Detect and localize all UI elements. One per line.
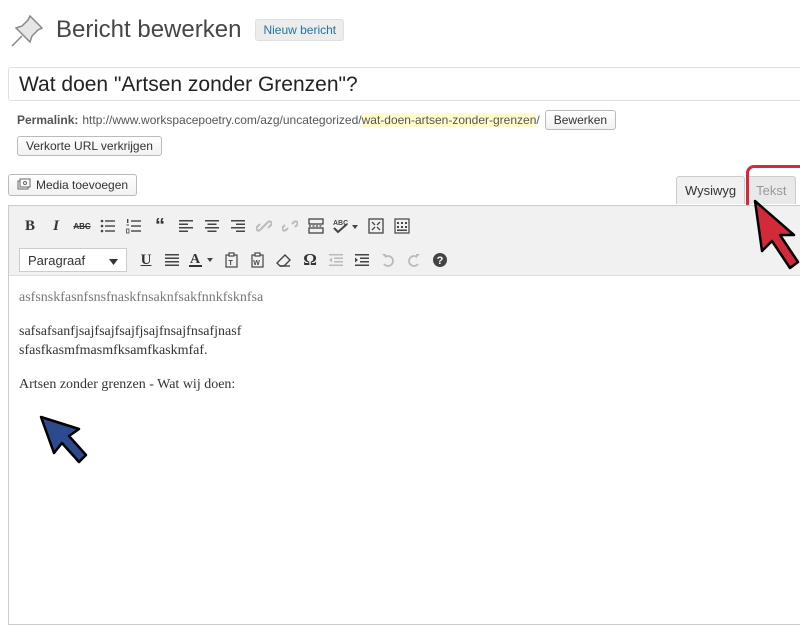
strikethrough-button[interactable]: ABC [71,215,93,237]
align-right-icon[interactable] [227,215,249,237]
new-post-button[interactable]: Nieuw bericht [255,19,345,41]
fullscreen-icon[interactable] [365,215,387,237]
add-media-button[interactable]: Media toevoegen [8,174,138,196]
align-center-icon[interactable] [201,215,223,237]
toolbar-row-2: Paragraaf U A T W Ω ? [19,246,800,274]
numbered-list-icon[interactable] [123,215,145,237]
media-icon [17,178,31,192]
content-paragraph: safsafsanfjsajfsajfsajfjsajfnsajfnsafjna… [19,322,800,360]
editor-toolbar: B I ABC “ ABC Paragraaf U A T W Ω ? [9,206,800,276]
special-character-button[interactable]: Ω [299,249,321,271]
content-line: safsafsanfjsajfsajfsajfjsajfnsajfnsafjna… [19,324,242,339]
permalink-label: Permalink: [17,113,79,127]
clear-formatting-icon[interactable] [273,249,295,271]
align-left-icon[interactable] [175,215,197,237]
unlink-icon[interactable] [279,215,301,237]
paste-text-icon[interactable]: T [221,249,243,271]
format-select[interactable]: Paragraaf [19,248,127,272]
svg-text:A: A [190,252,201,267]
content-paragraph: asfsnskfasnfsnsfnaskfnsaknfsakfnnkfsknfs… [19,290,264,305]
edit-permalink-button[interactable]: Bewerken [544,110,617,130]
dropdown-arrow-icon [109,253,118,268]
spellcheck-icon[interactable]: ABC [331,215,361,237]
editor-area: B I ABC “ ABC Paragraaf U A T W Ω ? asfs… [8,205,800,625]
page-title: Bericht bewerken [56,16,242,43]
page-header: Bericht bewerken Nieuw bericht [8,10,345,50]
read-more-icon[interactable] [305,215,327,237]
add-media-label: Media toevoegen [36,178,129,192]
post-title-input[interactable]: Wat doen "Artsen zonder Grenzen"? [8,67,800,101]
editor-tabs: Wysiwyg Tekst [676,176,796,204]
permalink-base: http://www.workspacepoetry.com/azg/uncat… [82,113,362,127]
kitchen-sink-icon[interactable] [391,215,413,237]
redo-icon[interactable] [403,249,425,271]
blockquote-icon[interactable]: “ [149,215,171,237]
indent-icon[interactable] [351,249,373,271]
tab-text[interactable]: Tekst [747,176,796,204]
underline-button[interactable]: U [135,249,157,271]
editor-content[interactable]: asfsnskfasnfsnsfnaskfnsaknfsakfnnkfsknfs… [9,276,800,421]
content-line: sfasfkasmfmasmfksamfkaskmfaf. [19,343,208,358]
permalink-trailing: / [536,113,540,127]
svg-text:W: W [253,260,260,267]
bold-button[interactable]: B [19,215,41,237]
help-icon[interactable]: ? [429,249,451,271]
content-paragraph: Artsen zonder grenzen - Wat wij doen: [19,377,236,392]
undo-icon[interactable] [377,249,399,271]
pushpin-icon [8,10,48,50]
permalink-row: Permalink: http://www.workspacepoetry.co… [17,110,617,130]
format-select-value: Paragraaf [28,252,86,268]
svg-text:T: T [229,260,234,267]
outdent-icon[interactable] [325,249,347,271]
text-color-icon[interactable]: A [187,249,217,271]
paste-word-icon[interactable]: W [247,249,269,271]
italic-button[interactable]: I [45,215,67,237]
link-icon[interactable] [253,215,275,237]
toolbar-row-1: B I ABC “ ABC [19,212,800,240]
justify-icon[interactable] [161,249,183,271]
svg-text:?: ? [437,255,444,267]
get-shortlink-button[interactable]: Verkorte URL verkrijgen [17,136,162,156]
bullet-list-icon[interactable] [97,215,119,237]
permalink-slug[interactable]: wat-doen-artsen-zonder-grenzen [361,113,537,127]
tab-visual[interactable]: Wysiwyg [676,176,746,204]
